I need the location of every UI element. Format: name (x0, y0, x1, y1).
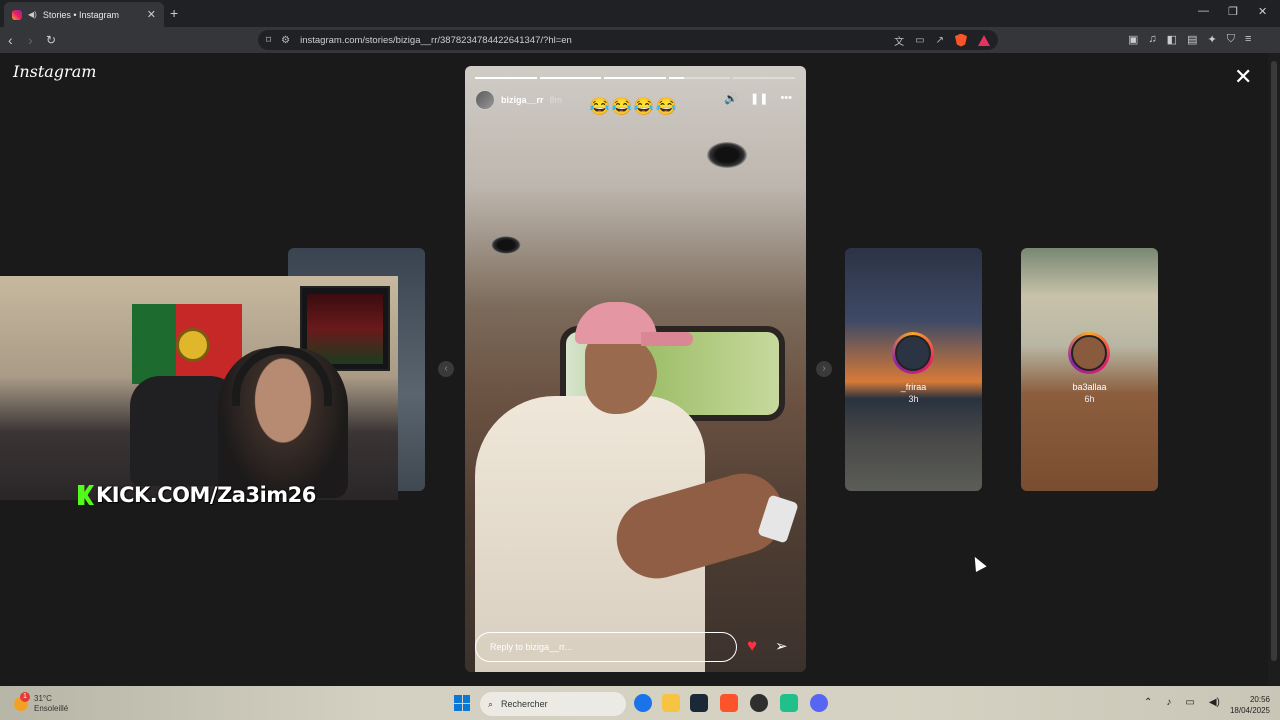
story-username[interactable]: biziga__rr (501, 95, 544, 105)
discord-icon[interactable] (810, 694, 828, 712)
story-media (707, 142, 747, 168)
tab-title: Stories • Instagram (42, 9, 120, 20)
story-card-friraa[interactable]: _friraa 3h (845, 248, 982, 491)
previous-story-arrow-icon[interactable]: ‹ (438, 361, 454, 377)
like-heart-icon[interactable]: ♥ (747, 636, 757, 656)
avatar[interactable] (475, 90, 495, 110)
address-bar[interactable]: ⌑ ⚙ instagram.com/stories/biziga__rr/387… (258, 30, 998, 50)
webcam-overlay (0, 276, 398, 500)
story-card-time: 3h (908, 394, 919, 404)
kick-url-text: KICK.COM/Za3im26 (96, 483, 316, 507)
microphone-icon[interactable]: ♪ (1166, 697, 1171, 708)
progress-segment (539, 77, 602, 79)
bookmark-icon[interactable]: ⌑ (266, 35, 271, 46)
forward-button[interactable]: › (28, 32, 33, 48)
sidebar-icon[interactable]: ◧ (1167, 33, 1177, 46)
restore-button[interactable]: ❐ (1228, 5, 1238, 18)
sun-icon: 1 (14, 692, 30, 711)
avatar (892, 332, 934, 374)
close-window-button[interactable]: ✕ (1258, 5, 1267, 18)
kick-stream-label: KICK.COM/Za3im26 (78, 483, 316, 507)
chevron-up-icon[interactable]: ⌃ (1144, 697, 1152, 708)
progress-fill (604, 77, 666, 79)
notification-badge: 1 (20, 692, 30, 702)
progress-segment (604, 77, 666, 79)
vpn-icon[interactable]: ⛉ (1227, 33, 1235, 46)
weather-widget[interactable]: 1 31°C Ensoleillé (14, 692, 69, 714)
story-card-time: 6h (1084, 394, 1095, 404)
file-explorer-icon[interactable] (662, 694, 680, 712)
tab-close-icon[interactable]: ✕ (147, 8, 156, 21)
instagram-logo[interactable]: Instagram (13, 62, 96, 81)
tab-instagram-stories[interactable]: ◀) Stories • Instagram ✕ (4, 2, 164, 27)
scrollbar[interactable] (1268, 53, 1280, 686)
back-button[interactable]: ‹ (8, 32, 13, 48)
story-media (491, 236, 521, 254)
progress-fill (475, 77, 537, 79)
speaker-icon[interactable]: ◀) (1209, 697, 1220, 708)
new-tab-button[interactable]: + (170, 5, 178, 21)
active-story[interactable]: biziga__rr 8m 😂😂😂😂 🔊 ❚❚ ••• Reply to biz… (465, 66, 806, 672)
progress-segment (668, 77, 731, 79)
site-settings-icon[interactable]: ⚙ (281, 35, 290, 46)
cast-icon[interactable]: ▭ (915, 35, 924, 46)
wallet-icon[interactable]: ▣ (1128, 33, 1138, 46)
browser-toolbar: ‹ › ↻ ⌑ ⚙ instagram.com/stories/biziga__… (0, 27, 1280, 53)
menu-icon[interactable]: ≡ (1245, 33, 1251, 46)
story-card-username: _friraa (900, 382, 927, 392)
story-card-username: ba3allaa (1072, 382, 1107, 392)
progress-fill (539, 77, 602, 79)
reload-button[interactable]: ↻ (46, 33, 56, 47)
wallet-button-icon[interactable]: ▤ (1187, 33, 1197, 46)
scrollbar-thumb[interactable] (1271, 61, 1277, 661)
send-icon[interactable]: ➢ (775, 637, 788, 655)
progress-segment (733, 77, 795, 79)
search-icon: ⌕ (488, 698, 494, 709)
taskbar-clock[interactable]: 20:56 18/04/2025 (1224, 694, 1270, 716)
instagram-favicon-icon (12, 9, 22, 20)
steam-icon[interactable] (690, 694, 708, 712)
network-icon[interactable]: ▭ (1185, 697, 1194, 708)
story-progress-bar (475, 77, 795, 79)
story-controls: 🔊 ❚❚ ••• (724, 92, 792, 105)
story-header: biziga__rr 8m (475, 90, 562, 110)
volume-icon[interactable]: 🔊 (724, 92, 738, 105)
edge-icon[interactable] (634, 694, 652, 712)
brave-shields-icon[interactable] (955, 33, 967, 47)
kick-logo-icon (78, 485, 94, 505)
brave-taskbar-icon[interactable] (720, 694, 738, 712)
flag-emblem (176, 328, 210, 362)
brave-rewards-icon[interactable] (978, 34, 990, 46)
pause-icon[interactable]: ❚❚ (750, 92, 768, 105)
windows-start-icon[interactable] (454, 695, 470, 711)
reply-input[interactable]: Reply to biziga__rr... (475, 632, 737, 662)
system-tray: ⌃ ♪ ▭ ◀) (1144, 697, 1220, 708)
story-emoji-caption: 😂😂😂😂 (589, 97, 678, 116)
taskbar-search-placeholder: Rechercher (501, 699, 548, 709)
avatar (1068, 332, 1110, 374)
more-options-icon[interactable]: ••• (780, 92, 792, 105)
clock-date: 18/04/2025 (1229, 706, 1270, 715)
app-icon[interactable] (780, 694, 798, 712)
obs-icon[interactable] (750, 694, 768, 712)
weather-condition: Ensoleillé (34, 704, 69, 713)
story-time: 8m (549, 95, 563, 105)
tab-bar: ◀) Stories • Instagram ✕ + — ❐ ✕ (0, 0, 1280, 27)
leo-ai-icon[interactable]: ✦ (1207, 33, 1216, 46)
next-story-arrow-icon[interactable]: › (816, 361, 832, 377)
url-text[interactable]: instagram.com/stories/biziga__rr/3878234… (300, 35, 884, 46)
translate-icon[interactable]: 文 (894, 33, 904, 48)
taskbar-search[interactable]: ⌕ Rechercher (480, 692, 626, 716)
clock-time: 20:56 (1249, 695, 1270, 704)
minimize-button[interactable]: — (1198, 5, 1209, 17)
weather-temperature: 31°C (34, 694, 52, 703)
story-card-ba3allaa[interactable]: ba3allaa 6h (1021, 248, 1158, 491)
close-story-button[interactable]: ✕ (1234, 64, 1252, 90)
audio-playing-icon[interactable]: ◀) (28, 10, 37, 19)
share-icon[interactable]: ↗ (936, 35, 944, 46)
progress-fill (668, 77, 685, 79)
progress-segment (475, 77, 537, 79)
media-icon[interactable]: ♫ (1148, 33, 1156, 46)
story-media (641, 332, 693, 346)
